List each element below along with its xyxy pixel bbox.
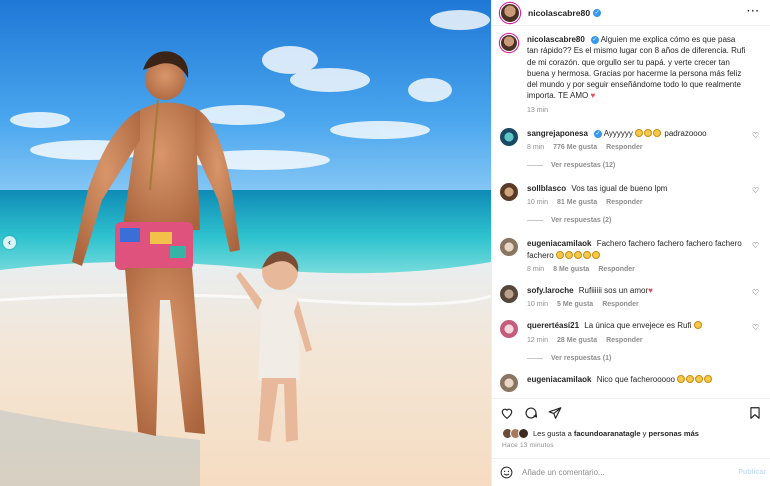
add-comment-bar: Añade un comentario... Publicar (492, 458, 770, 486)
emoji (573, 250, 582, 259)
heart-emoji: ♥ (590, 91, 596, 101)
comment-time: 8 min (527, 144, 545, 152)
share-icon[interactable] (548, 406, 562, 420)
comment-text: Ayyyyyy (603, 128, 633, 138)
post-modal: ‹ nicolascabre80 ✓ ··· nicolascabre80 ✓ A… (0, 0, 770, 486)
heart-emoji: ♥ (648, 285, 653, 295)
emoji (686, 374, 695, 383)
verified-icon: ✓ (590, 35, 599, 44)
comment-username[interactable]: sollblasco (527, 184, 566, 193)
emoji (693, 321, 702, 330)
reply-button[interactable]: Responder (598, 266, 635, 273)
verified-icon: ✓ (593, 129, 602, 138)
comment-time: 12 min (527, 336, 549, 344)
avatar[interactable] (500, 373, 518, 392)
comment-likes[interactable]: 8 Me gusta (553, 266, 589, 273)
likes-others[interactable]: personas más (649, 429, 699, 438)
publish-button[interactable]: Publicar (738, 469, 766, 476)
comment-username[interactable]: eugeniacamilaok (527, 239, 591, 248)
post-sidebar: nicolascabre80 ✓ ··· nicolascabre80 ✓ Alg… (491, 0, 770, 486)
heart-icon[interactable]: ♡ (752, 324, 760, 332)
comment-item: eugeniacamilaok Fachero fachero fachero … (500, 238, 760, 273)
emoji (653, 128, 662, 137)
emoji (564, 250, 573, 259)
emoji (555, 250, 564, 259)
comment-time: 10 min (527, 301, 549, 309)
comment-item: sofy.laroche Rufiiiiii sos un amor♥ 10 m… (500, 284, 760, 309)
heart-icon[interactable]: ♡ (752, 131, 760, 140)
reply-button[interactable]: Responder (606, 337, 643, 344)
emoji (677, 374, 686, 383)
caption-username[interactable]: nicolascabre80 (527, 35, 585, 44)
emoji (635, 128, 644, 137)
comment-text: Vos tas igual de bueno lpm (571, 184, 668, 194)
post-time: Hace 13 minutos (502, 442, 554, 449)
emoji-icon[interactable] (500, 466, 513, 479)
likes-prefix: Les gusta a (533, 428, 572, 438)
comment-time: 10 min (527, 199, 549, 207)
avatar[interactable] (500, 183, 518, 202)
caption: nicolascabre80 ✓ Alguien me explica cómo … (500, 34, 760, 114)
comment-likes[interactable]: 5 Me gusta (557, 301, 593, 308)
comment-likes[interactable]: 28 Me gusta (557, 337, 597, 344)
emoji (695, 374, 704, 383)
view-replies-button[interactable]: Ver respuestas (1) (527, 355, 760, 362)
emoji (591, 250, 600, 259)
comment-icon[interactable] (524, 406, 538, 420)
reply-button[interactable]: Responder (602, 301, 639, 308)
post-photo[interactable]: ‹ (0, 0, 491, 486)
comments-list[interactable]: nicolascabre80 ✓ Alguien me explica cómo … (492, 26, 770, 398)
comment-time: 8 min (527, 265, 545, 273)
beach-photo (0, 0, 491, 486)
heart-icon[interactable] (500, 406, 514, 420)
liker-avatars (502, 427, 529, 439)
avatar[interactable] (500, 2, 520, 23)
caption-time: 13 min (527, 106, 549, 114)
view-replies-button[interactable]: Ver respuestas (12) (527, 162, 760, 169)
verified-icon: ✓ (593, 8, 602, 17)
more-icon[interactable]: ··· (747, 6, 760, 17)
comment-input[interactable]: Añade un comentario... (522, 468, 605, 477)
comment-username[interactable]: sofy.laroche (527, 286, 574, 295)
comment-item: eugeniacamilaok Nico que facherooooo (500, 373, 760, 392)
comment-text: Nico que facherooooo (596, 374, 675, 384)
comment-text-after: padrazoooo (664, 128, 707, 138)
avatar[interactable] (500, 284, 518, 303)
heart-icon[interactable]: ♡ (752, 187, 760, 195)
comment-username[interactable]: sangrejaponesa (527, 129, 588, 138)
comment-text: La única que envejece es Rufi (584, 321, 692, 331)
header-username[interactable]: nicolascabre80 (528, 8, 590, 18)
avatar[interactable] (500, 320, 518, 339)
post-header: nicolascabre80 ✓ ··· (492, 0, 770, 26)
comment-item: sollblasco Vos tas igual de bueno lpm 10… (500, 183, 760, 206)
heart-icon[interactable]: ♡ (752, 242, 760, 250)
reply-button[interactable]: Responder (606, 199, 643, 206)
comment-likes[interactable]: 81 Me gusta (557, 199, 597, 206)
comment-text: Rufiiiiii sos un amor (578, 285, 649, 295)
heart-icon[interactable]: ♡ (752, 288, 760, 297)
bookmark-icon[interactable] (748, 406, 762, 420)
emoji (704, 374, 713, 383)
emoji (644, 128, 653, 137)
reply-button[interactable]: Responder (606, 144, 643, 151)
avatar[interactable] (500, 127, 518, 146)
chevron-left-icon[interactable]: ‹ (3, 236, 16, 249)
comment-username[interactable]: eugeniacamilaok (527, 375, 591, 384)
comment-item: sangrejaponesa ✓ Ayyyyyy padrazoooo 8 min… (500, 127, 760, 152)
avatar[interactable] (500, 34, 518, 52)
avatar[interactable] (500, 238, 518, 257)
caption-text: Alguien me explica cómo es que pasa tan … (527, 35, 746, 101)
emoji (582, 250, 591, 259)
comment-username[interactable]: querertéasí21 (527, 321, 579, 330)
likes-user[interactable]: facundoaranatagle (574, 429, 641, 438)
comment-item: querertéasí21 La única que envejece es R… (500, 320, 760, 344)
likes-summary: Les gusta a facundoaranatagle y personas… (492, 426, 770, 440)
comment-likes[interactable]: 776 Me gusta (553, 144, 597, 151)
avatar (518, 427, 529, 439)
action-bar (492, 398, 770, 426)
view-replies-button[interactable]: Ver respuestas (2) (527, 217, 760, 224)
likes-suffix: y (642, 428, 647, 438)
